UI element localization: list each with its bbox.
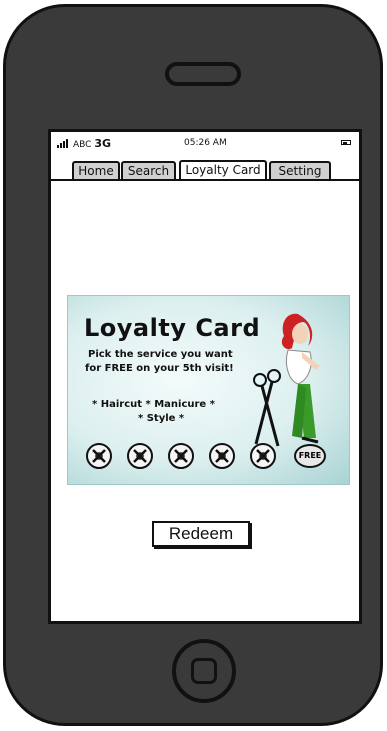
home-button[interactable] xyxy=(172,639,236,703)
stamp-2 xyxy=(127,443,153,469)
card-title: Loyalty Card xyxy=(84,314,261,342)
tab-setting[interactable]: Setting xyxy=(269,161,331,181)
stamp-3 xyxy=(168,443,194,469)
status-bar: ABC 3G 05:26 AM xyxy=(51,132,359,154)
tab-bar-divider xyxy=(51,179,359,181)
card-line-2: for FREE on your 5th visit! xyxy=(85,363,234,374)
signal-icon xyxy=(57,138,71,148)
status-time: 05:26 AM xyxy=(184,138,227,148)
loyalty-card-image: Loyalty Card Pick the service you want f… xyxy=(68,296,349,484)
screen: ABC 3G 05:26 AM Home Search Loyalty Card… xyxy=(48,129,362,624)
card-services-2: * Style * xyxy=(138,413,185,424)
free-badge: FREE xyxy=(294,444,326,468)
phone-frame: ABC 3G 05:26 AM Home Search Loyalty Card… xyxy=(3,4,383,726)
battery-icon xyxy=(341,140,351,145)
tab-loyalty-card[interactable]: Loyalty Card xyxy=(179,160,267,181)
redeem-button[interactable]: Redeem xyxy=(152,521,250,547)
stamp-4 xyxy=(209,443,235,469)
tab-search[interactable]: Search xyxy=(121,161,176,181)
home-square-icon xyxy=(191,658,217,684)
speaker-slot xyxy=(165,62,241,86)
scissors-icon xyxy=(253,369,281,447)
carrier: ABC 3G xyxy=(73,137,112,150)
card-services-1: * Haircut * Manicure * xyxy=(92,399,215,410)
card-line-1: Pick the service you want xyxy=(88,349,233,360)
tab-home[interactable]: Home xyxy=(72,161,120,181)
stamp-5 xyxy=(250,443,276,469)
stamp-1 xyxy=(86,443,112,469)
